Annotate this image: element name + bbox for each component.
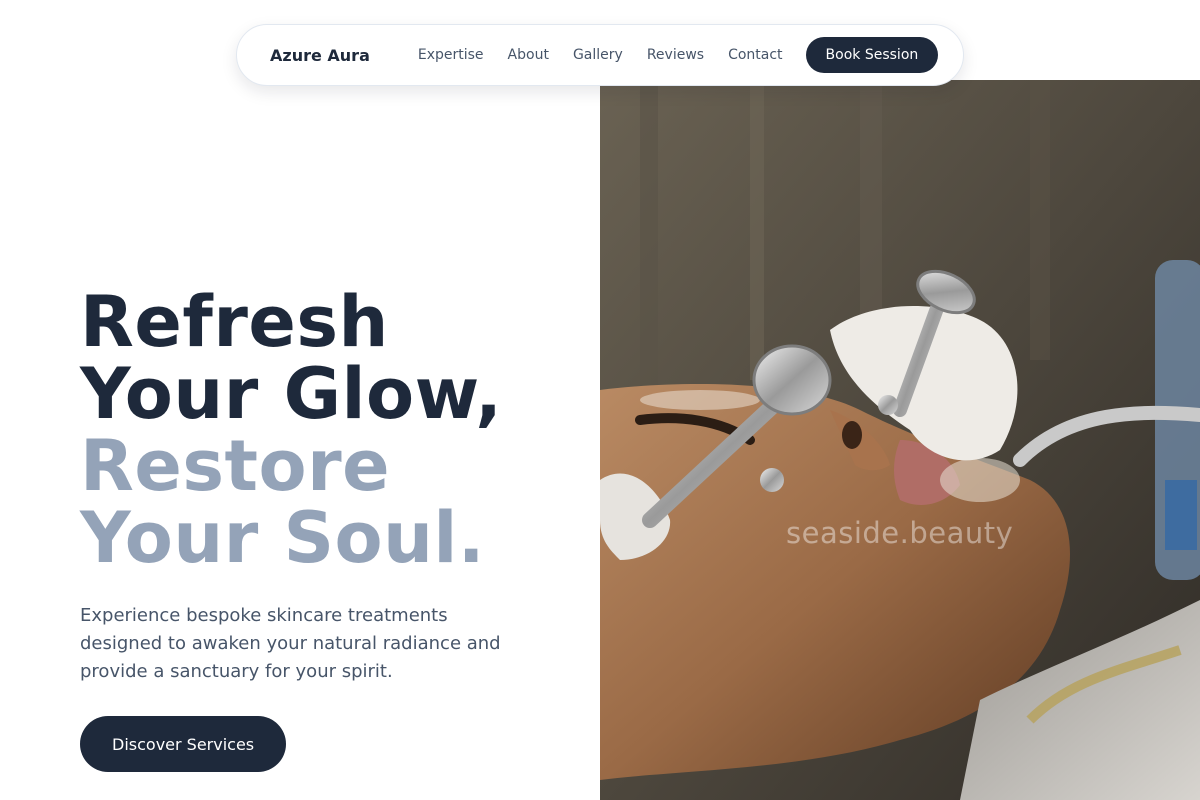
discover-services-button[interactable]: Discover Services [80, 716, 287, 772]
page: seaside.beauty Azure Aura Expertise Abou… [0, 0, 1200, 800]
book-session-button[interactable]: Book Session [805, 37, 939, 73]
headline-line-3: Restore [80, 425, 391, 507]
nav-link-about[interactable]: About [508, 47, 549, 63]
headline-line-1: Refresh [80, 281, 389, 363]
headline-line-4: Your Soul. [80, 497, 486, 579]
top-navigation: Azure Aura Expertise About Gallery Revie… [236, 24, 964, 86]
hero-description: Experience bespoke skincare treatments d… [80, 605, 501, 682]
hero-headline: Refresh Your Glow, Restore Your Soul. [80, 286, 560, 574]
headline-line-2: Your Glow, [80, 353, 503, 435]
nav-link-contact[interactable]: Contact [728, 47, 782, 63]
nav-link-gallery[interactable]: Gallery [573, 47, 623, 63]
hero-section: Refresh Your Glow, Restore Your Soul. Ex… [80, 286, 560, 686]
nav-links: Expertise About Gallery Reviews Contact [418, 47, 783, 63]
facial-treatment-illustration [600, 80, 1200, 800]
nav-link-reviews[interactable]: Reviews [647, 47, 704, 63]
hero-image: seaside.beauty [600, 80, 1200, 800]
brand-logo[interactable]: Azure Aura [270, 46, 370, 65]
nav-link-expertise[interactable]: Expertise [418, 47, 484, 63]
